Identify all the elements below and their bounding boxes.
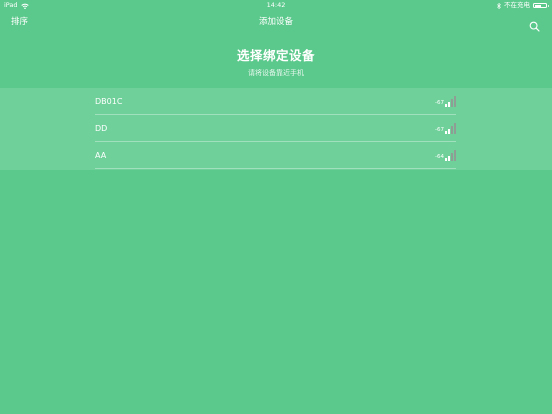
signal-strength-icon (445, 122, 456, 134)
signal-bar (448, 129, 450, 134)
device-rssi: -67 (435, 94, 456, 107)
header: 选择绑定设备 请将设备靠近手机 (0, 33, 552, 88)
bluetooth-icon (497, 2, 501, 9)
status-bar: iPad 14:42 不在充电 (0, 0, 552, 11)
navigation-bar: 排序 添加设备 (0, 11, 552, 33)
signal-strength-icon (445, 149, 456, 161)
battery-level (534, 4, 541, 7)
status-right: 不在充电 (497, 0, 549, 11)
signal-bar (445, 131, 447, 134)
page-title: 添加设备 (258, 17, 293, 27)
signal-bar (448, 102, 450, 107)
signal-bar (448, 156, 450, 161)
device-rssi: -67 (435, 121, 456, 134)
device-row[interactable]: DB01C -67 (95, 88, 456, 115)
rssi-value: -67 (435, 127, 444, 133)
signal-bar (451, 99, 453, 107)
signal-bar (445, 158, 447, 161)
device-name: DD (95, 124, 108, 133)
device-list: DB01C -67 DD -67 AA -64 (0, 88, 552, 170)
battery-icon (533, 3, 549, 8)
device-rssi: -64 (435, 148, 456, 161)
signal-bar (454, 150, 456, 161)
app-screen: iPad 14:42 不在充电 排序 添加设备 选择绑定设备 请将设备靠近手机 … (0, 0, 552, 414)
signal-strength-icon (445, 95, 456, 107)
header-title: 选择绑定设备 (236, 48, 315, 63)
signal-bar (454, 96, 456, 107)
rssi-value: -67 (435, 100, 444, 106)
device-row[interactable]: AA -64 (95, 142, 456, 169)
charging-status: 不在充电 (504, 1, 530, 9)
device-name: AA (95, 151, 107, 160)
signal-bar (454, 123, 456, 134)
signal-bar (451, 126, 453, 134)
rssi-value: -64 (435, 154, 444, 160)
signal-bar (451, 153, 453, 161)
search-icon[interactable] (529, 17, 540, 32)
device-row[interactable]: DD -67 (95, 115, 456, 142)
signal-bar (445, 104, 447, 107)
device-name: DB01C (95, 97, 123, 106)
header-subtitle: 请将设备靠近手机 (248, 69, 304, 77)
status-time: 14:42 (266, 1, 286, 9)
